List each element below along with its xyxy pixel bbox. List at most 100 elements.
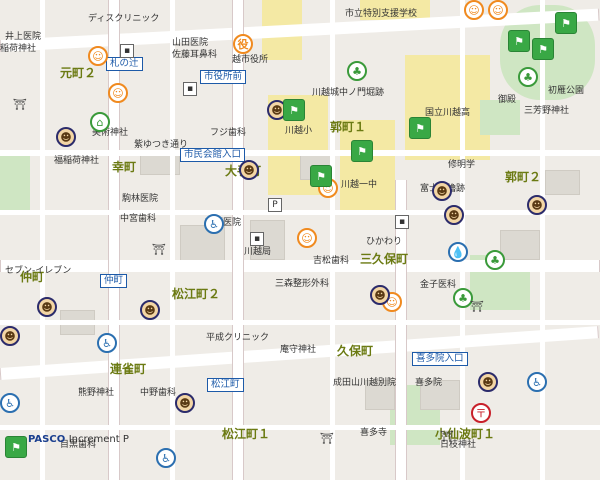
- person-marker-icon[interactable]: ☻: [140, 300, 160, 320]
- place-label: 御殿: [498, 95, 517, 105]
- place-label: 川越局: [244, 247, 272, 257]
- copyright-logo: PASCO Increment P: [28, 434, 129, 445]
- post-office-icon[interactable]: 〒: [471, 403, 491, 423]
- street: [540, 0, 545, 480]
- street: [0, 320, 600, 325]
- district-label: 松江町１: [222, 427, 271, 441]
- place-label: 佐藤耳鼻科: [172, 50, 218, 60]
- accessibility-icon[interactable]: ♿: [527, 372, 547, 392]
- district-label: 郭町１: [330, 120, 367, 134]
- place-label: 市立特別支援学校: [345, 9, 418, 19]
- map-canvas[interactable]: 郭町１ 郭町２ 大手町 幸町 三久保町 松江町２ 久保町 連雀町 仲町 松江町１…: [0, 0, 600, 480]
- place-label: ひかわり: [366, 237, 403, 247]
- place-label: 熊野神社: [78, 388, 115, 398]
- smiley-marker-icon[interactable]: ☺: [464, 0, 484, 20]
- street: [460, 0, 465, 480]
- building: [500, 230, 540, 260]
- school-icon[interactable]: ⚑: [310, 165, 332, 187]
- place-label: 初雁公園: [548, 86, 585, 96]
- street: [0, 425, 600, 430]
- parking-icon: P: [268, 198, 282, 212]
- park-area: [480, 100, 520, 135]
- tree-marker-icon[interactable]: ♣: [518, 67, 538, 87]
- person-marker-icon[interactable]: ☻: [239, 160, 259, 180]
- bus-stop-label[interactable]: 市民会館入口: [180, 148, 246, 162]
- smiley-marker-icon[interactable]: ☺: [108, 83, 128, 103]
- building: [545, 170, 580, 195]
- bus-stop-label[interactable]: 市役所前: [200, 70, 247, 84]
- school-icon[interactable]: ⚑: [508, 30, 530, 52]
- shrine-icon: ⛩: [152, 243, 166, 256]
- place-label: 国立川越高: [425, 108, 471, 118]
- poi-square-icon: ▪: [183, 82, 197, 96]
- street: [40, 0, 45, 480]
- person-marker-icon[interactable]: ☻: [432, 181, 452, 201]
- place-label: 駒林医院: [122, 194, 159, 204]
- place-label: フジ歯科: [210, 128, 247, 138]
- accessibility-icon[interactable]: ♿: [97, 333, 117, 353]
- main-road: [0, 260, 600, 272]
- school-icon[interactable]: ⚑: [283, 99, 305, 121]
- school-icon[interactable]: ⚑: [5, 436, 27, 458]
- shrine-icon: ⛩: [440, 430, 454, 443]
- place-label: 三森整形外科: [275, 279, 330, 289]
- street: [330, 0, 335, 480]
- water-icon[interactable]: 💧: [448, 242, 468, 262]
- accessibility-icon[interactable]: ♿: [156, 448, 176, 468]
- district-label: 郭町２: [505, 170, 542, 184]
- person-marker-icon[interactable]: ☻: [56, 127, 76, 147]
- place-label: 越市役所: [232, 55, 269, 65]
- place-label: ディスクリニック: [88, 14, 160, 24]
- district-label: 連雀町: [110, 362, 147, 376]
- tree-marker-icon[interactable]: ♣: [485, 250, 505, 270]
- museum-icon[interactable]: ⌂: [90, 112, 110, 132]
- accessibility-icon[interactable]: ♿: [204, 214, 224, 234]
- tree-marker-icon[interactable]: ♣: [347, 61, 367, 81]
- place-label: 川越小: [285, 126, 313, 136]
- school-icon[interactable]: ⚑: [351, 140, 373, 162]
- person-marker-icon[interactable]: ☻: [0, 326, 20, 346]
- smiley-marker-icon[interactable]: ☺: [488, 0, 508, 20]
- district-label: 元町２: [60, 66, 97, 80]
- place-label: 喜多院: [415, 378, 443, 388]
- school-icon[interactable]: ⚑: [555, 12, 577, 34]
- smiley-marker-icon[interactable]: ☺: [297, 228, 317, 248]
- person-marker-icon[interactable]: ☻: [175, 393, 195, 413]
- shrine-icon: ⛩: [320, 432, 334, 445]
- government-office-icon[interactable]: 役: [233, 34, 253, 54]
- place-label: 喜多寺: [360, 428, 388, 438]
- school-icon[interactable]: ⚑: [409, 117, 431, 139]
- bus-stop-label[interactable]: 喜多院入口: [412, 352, 468, 366]
- street: [0, 210, 600, 215]
- bus-stop-label[interactable]: 松江町: [207, 378, 244, 392]
- pasco-logo: PASCO: [28, 434, 66, 445]
- district-label: 松江町２: [172, 287, 221, 301]
- shrine-icon: ⛩: [13, 98, 27, 111]
- bus-stop-label[interactable]: 札の辻: [106, 57, 143, 71]
- bus-stop-label[interactable]: 仲町: [100, 274, 128, 288]
- district-label: 幸町: [112, 160, 137, 174]
- person-marker-icon[interactable]: ☻: [478, 372, 498, 392]
- person-marker-icon[interactable]: ☻: [444, 205, 464, 225]
- poi-square-icon: ▪: [250, 232, 264, 246]
- park-area: [0, 150, 30, 210]
- person-marker-icon[interactable]: ☻: [370, 285, 390, 305]
- place-label: 金子医科: [420, 280, 457, 290]
- person-marker-icon[interactable]: ☻: [527, 195, 547, 215]
- accessibility-icon[interactable]: ♿: [0, 393, 20, 413]
- place-label: 中野歯科: [140, 388, 177, 398]
- place-label: 庵守神社: [280, 345, 317, 355]
- smiley-marker-icon[interactable]: ☺: [88, 46, 108, 66]
- place-label: 三芳野神社: [524, 106, 570, 116]
- place-label: 吉松歯科: [313, 256, 350, 266]
- place-label: 紫ゆつき通り: [134, 140, 189, 150]
- school-icon[interactable]: ⚑: [532, 38, 554, 60]
- district-label: 三久保町: [360, 252, 409, 266]
- place-label: 福稲荷神社: [54, 156, 100, 166]
- district-label: 久保町: [337, 344, 374, 358]
- person-marker-icon[interactable]: ☻: [37, 297, 57, 317]
- poi-square-icon: ▪: [120, 44, 134, 58]
- street: [170, 0, 175, 480]
- shrine-icon: ⛩: [470, 300, 484, 313]
- main-road: [108, 0, 120, 480]
